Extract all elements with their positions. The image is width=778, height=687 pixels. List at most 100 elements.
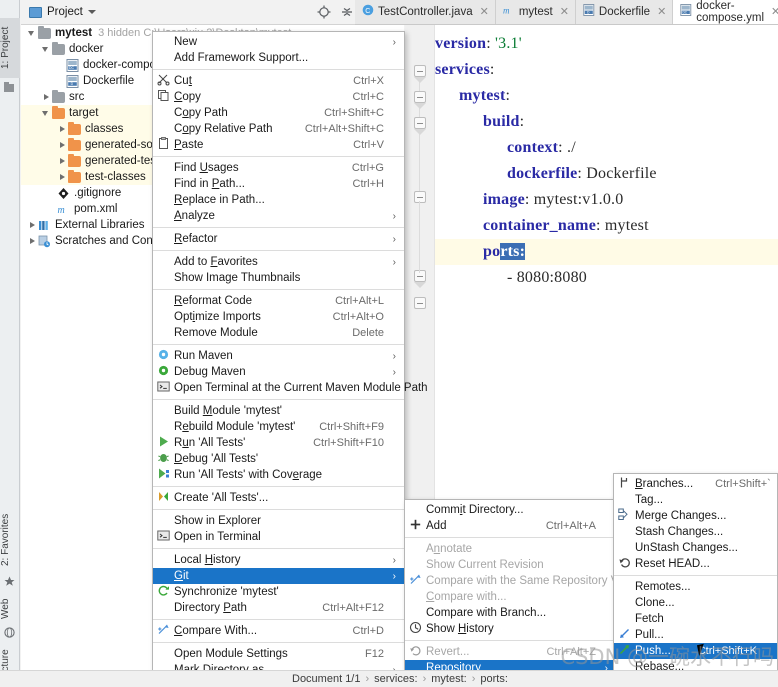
repo-menu-item-pull[interactable]: Pull... bbox=[614, 627, 777, 643]
code-line-container-name[interactable]: container_name: mytest bbox=[435, 213, 778, 239]
chevron-right-icon[interactable] bbox=[41, 89, 52, 105]
menu-item-open-terminal-at-the-current-maven-module-path[interactable]: Open Terminal at the Current Maven Modul… bbox=[153, 380, 428, 396]
menu-item-copy-relative-path[interactable]: Copy Relative Path Ctrl+Alt+Shift+C bbox=[153, 121, 404, 137]
menu-item-open-module-settings[interactable]: Open Module Settings F12 bbox=[153, 646, 404, 662]
tab-test-controller-java[interactable]: C TestController.java ✕ bbox=[355, 0, 496, 24]
repo-menu-item-clone[interactable]: Clone... bbox=[614, 595, 777, 611]
menu-item-analyze[interactable]: Analyze › bbox=[153, 208, 404, 224]
locate-icon[interactable] bbox=[317, 5, 331, 19]
git-menu-item-commit-directory[interactable]: Commit Directory... bbox=[405, 502, 616, 518]
breadcrumb-services[interactable]: services: bbox=[374, 673, 417, 685]
menu-item-add-to-favorites[interactable]: Add to Favorites › bbox=[153, 254, 404, 270]
chevron-down-icon[interactable] bbox=[87, 10, 96, 14]
menu-item-copy-path[interactable]: Copy Path Ctrl+Shift+C bbox=[153, 105, 404, 121]
menu-item-find-in-path[interactable]: Find in Path... Ctrl+H bbox=[153, 176, 404, 192]
menu-item-refactor[interactable]: Refactor › bbox=[153, 231, 404, 247]
code-line-ports[interactable]: ports: bbox=[435, 239, 778, 265]
repo-menu-item-branches[interactable]: Branches... Ctrl+Shift+` bbox=[614, 476, 777, 492]
repo-menu-item-fetch[interactable]: Fetch bbox=[614, 611, 777, 627]
git-menu-item-revert[interactable]: Revert... Ctrl+Alt+Z bbox=[405, 644, 616, 660]
collapse-all-icon[interactable] bbox=[340, 5, 354, 19]
breadcrumb-mytest[interactable]: mytest: bbox=[431, 673, 466, 685]
fold-marker-ports[interactable] bbox=[414, 270, 426, 282]
chevron-right-icon[interactable] bbox=[27, 217, 38, 233]
repo-menu-item-merge-changes[interactable]: Merge Changes... bbox=[614, 508, 777, 524]
menu-item-directory-path[interactable]: Directory Path Ctrl+Alt+F12 bbox=[153, 600, 404, 616]
close-icon[interactable]: ✕ bbox=[480, 5, 489, 18]
menu-item-copy[interactable]: Copy Ctrl+C bbox=[153, 89, 404, 105]
menu-item-build-module-mytest[interactable]: Build Module 'mytest' bbox=[153, 403, 404, 419]
menu-item-rebuild-module-mytest[interactable]: Rebuild Module 'mytest' Ctrl+Shift+F9 bbox=[153, 419, 404, 435]
menu-item-debug-all-tests[interactable]: Debug 'All Tests' bbox=[153, 451, 404, 467]
repo-menu-item-tag[interactable]: Tag... bbox=[614, 492, 777, 508]
menu-item-run-all-tests[interactable]: Run 'All Tests' Ctrl+Shift+F10 bbox=[153, 435, 404, 451]
code-line-version[interactable]: version: '3.1' bbox=[435, 31, 778, 57]
tab-mytest[interactable]: m mytest ✕ bbox=[495, 0, 576, 24]
close-icon[interactable]: ✕ bbox=[560, 5, 569, 18]
git-menu-item-compare-with-the-same-repository-version[interactable]: Compare with the Same Repository Version bbox=[405, 573, 649, 589]
sidebar-item-web[interactable]: Web bbox=[0, 592, 20, 626]
menu-item-git[interactable]: Git › bbox=[153, 568, 404, 584]
code-line-port-mapping[interactable]: - 8080:8080 bbox=[435, 265, 778, 291]
project-panel-title-group[interactable]: Project bbox=[29, 6, 96, 18]
chevron-right-icon[interactable] bbox=[27, 233, 38, 249]
git-menu-item-add[interactable]: Add Ctrl+Alt+A bbox=[405, 518, 616, 534]
menu-item-cut[interactable]: Cut Ctrl+X bbox=[153, 73, 404, 89]
repo-menu-item-push[interactable]: Push... Ctrl+Shift+K bbox=[614, 643, 777, 659]
menu-item-replace-in-path[interactable]: Replace in Path... bbox=[153, 192, 404, 208]
fold-marker-mytest[interactable] bbox=[414, 91, 426, 103]
git-menu-item-annotate[interactable]: Annotate bbox=[405, 541, 616, 557]
fold-marker-collapsed[interactable] bbox=[414, 191, 426, 203]
repo-menu-item-reset-head[interactable]: Reset HEAD... bbox=[614, 556, 777, 572]
menu-item-run-maven[interactable]: Run Maven › bbox=[153, 348, 404, 364]
menu-item-debug-maven[interactable]: Debug Maven › bbox=[153, 364, 404, 380]
code-line-build[interactable]: build: bbox=[435, 109, 778, 135]
menu-item-remove-module[interactable]: Remove Module Delete bbox=[153, 325, 404, 341]
breadcrumb-ports[interactable]: ports: bbox=[480, 673, 508, 685]
code-line-image[interactable]: image: mytest:v1.0.0 bbox=[435, 187, 778, 213]
menu-item-add-framework-support[interactable]: Add Framework Support... bbox=[153, 50, 404, 66]
menu-item-create-all-tests[interactable]: Create 'All Tests'... bbox=[153, 490, 404, 506]
git-menu-item-show-current-revision[interactable]: Show Current Revision bbox=[405, 557, 616, 573]
git-submenu[interactable]: Commit Directory... Add Ctrl+Alt+A Annotate… bbox=[404, 499, 649, 679]
menu-item-paste[interactable]: Paste Ctrl+V bbox=[153, 137, 404, 153]
menu-item-show-in-explorer[interactable]: Show in Explorer bbox=[153, 513, 404, 529]
tab-dockerfile[interactable]: D Dockerfile ✕ bbox=[575, 0, 674, 24]
close-icon[interactable]: ✕ bbox=[771, 5, 778, 18]
chevron-right-icon[interactable] bbox=[57, 137, 68, 153]
git-menu-item-compare-with[interactable]: Compare with... bbox=[405, 589, 616, 605]
repo-menu-item-remotes[interactable]: Remotes... bbox=[614, 579, 777, 595]
chevron-down-icon[interactable] bbox=[27, 25, 38, 41]
fold-marker-ports-end[interactable] bbox=[414, 297, 426, 309]
chevron-right-icon[interactable] bbox=[57, 153, 68, 169]
menu-item-show-image-thumbnails[interactable]: Show Image Thumbnails bbox=[153, 270, 404, 286]
chevron-down-icon[interactable] bbox=[41, 41, 52, 57]
context-menu[interactable]: New › Add Framework Support... Cut Ctrl+X Cop… bbox=[152, 31, 428, 687]
code-line-services[interactable]: services: bbox=[435, 57, 778, 83]
repository-submenu[interactable]: Branches... Ctrl+Shift+` Tag... Merge Chang… bbox=[613, 473, 778, 678]
fold-marker-services[interactable] bbox=[414, 65, 426, 77]
menu-item-new[interactable]: New › bbox=[153, 34, 404, 50]
repo-menu-item-unstash-changes[interactable]: UnStash Changes... bbox=[614, 540, 777, 556]
menu-item-run-all-tests-with-coverage[interactable]: Run 'All Tests' with Coverage bbox=[153, 467, 404, 483]
git-menu-item-show-history[interactable]: Show History bbox=[405, 621, 616, 637]
menu-item-local-history[interactable]: Local History › bbox=[153, 552, 404, 568]
tab-docker-compose-yml[interactable]: DC docker-compose.yml ✕ bbox=[673, 0, 778, 24]
code-line-mytest[interactable]: mytest: bbox=[435, 83, 778, 109]
fold-marker-build[interactable] bbox=[414, 117, 426, 129]
code-line-context[interactable]: context: ./ bbox=[435, 135, 778, 161]
breadcrumb-document[interactable]: Document 1/1 bbox=[292, 673, 360, 685]
chevron-down-icon[interactable] bbox=[41, 105, 52, 121]
menu-item-compare-with[interactable]: Compare With... Ctrl+D bbox=[153, 623, 404, 639]
chevron-right-icon[interactable] bbox=[57, 121, 68, 137]
menu-item-find-usages[interactable]: Find Usages Ctrl+G bbox=[153, 160, 404, 176]
repo-menu-item-stash-changes[interactable]: Stash Changes... bbox=[614, 524, 777, 540]
sidebar-item-project[interactable]: 1: Project bbox=[0, 18, 20, 78]
menu-item-optimize-imports[interactable]: Optimize Imports Ctrl+Alt+O bbox=[153, 309, 404, 325]
git-menu-item-compare-with-branch[interactable]: Compare with Branch... bbox=[405, 605, 616, 621]
menu-item-synchronize-mytest[interactable]: Synchronize 'mytest' bbox=[153, 584, 404, 600]
close-icon[interactable]: ✕ bbox=[657, 5, 666, 18]
chevron-right-icon[interactable] bbox=[57, 169, 68, 185]
menu-item-reformat-code[interactable]: Reformat Code Ctrl+Alt+L bbox=[153, 293, 404, 309]
menu-item-open-in-terminal[interactable]: Open in Terminal bbox=[153, 529, 404, 545]
